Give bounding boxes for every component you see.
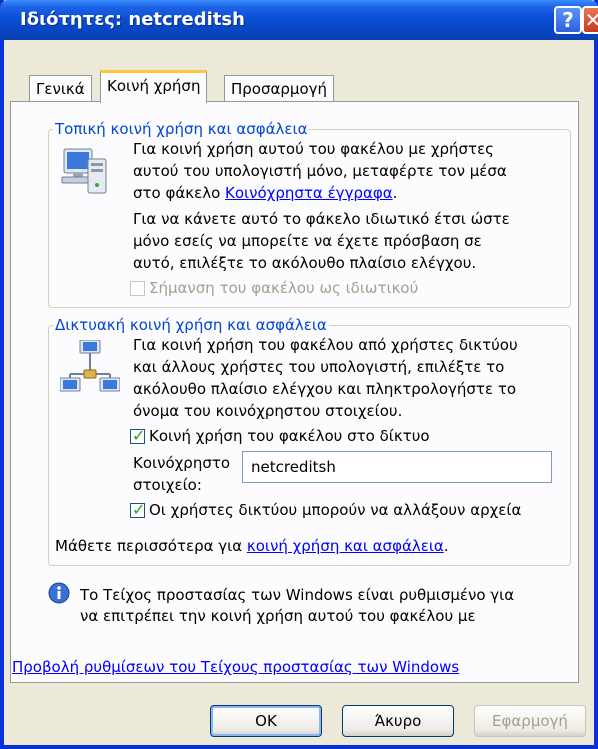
firewall-info-line1: Το Τείχος προστασίας των Windows είναι ρ… — [80, 586, 515, 604]
share-name-label-line1: Κοινόχρηστο — [133, 454, 231, 472]
learn-more-suffix: . — [443, 537, 449, 555]
private-desc-line1: Για να κάνετε αυτό το φάκελο ιδιωτικό έτ… — [133, 210, 510, 228]
tab-general[interactable]: Γενικά — [29, 75, 92, 101]
network-icon — [59, 339, 121, 396]
tab-customize[interactable]: Προσαρμογή — [224, 75, 334, 101]
learn-more-prefix: Μάθετε περισσότερα για — [55, 537, 247, 555]
local-desc-line2: αυτού του υπολογιστή μόνο, μεταφέρτε τον… — [133, 162, 507, 180]
private-desc-line3: αυτό, επιλέξτε το ακόλουθο πλαίσιο ελέγχ… — [133, 254, 477, 272]
network-desc-line2: και άλλους χρήστες του υπολογιστή, επιλέ… — [133, 358, 505, 376]
network-desc-line3: ακόλουθο πλαίσιο ελέγχου και πληκτρολογή… — [133, 380, 517, 398]
allow-change-checkbox[interactable]: ✓ — [130, 500, 146, 519]
local-desc-line1: Για κοινή χρήση αυτού του φακέλου με χρή… — [133, 140, 494, 158]
firewall-info-text: Το Τείχος προστασίας των Windows είναι ρ… — [80, 585, 570, 633]
make-private-label: Σήμανση του φακέλου ως ιδιωτικού — [149, 279, 419, 297]
local-desc-line3-prefix: στο φάκελο — [133, 184, 226, 202]
sharing-security-link[interactable]: κοινή χρήση και ασφάλεια — [247, 537, 444, 555]
window-title: Ιδιότητες: netcreditsh — [20, 9, 245, 30]
network-desc-line1: Για κοινή χρήση του φακέλου από χρήστες … — [133, 336, 518, 354]
apply-button[interactable]: Εφαρμογή — [474, 705, 586, 737]
tab-sharing[interactable]: Κοινή χρήση — [100, 70, 208, 103]
local-desc-line3-suffix: . — [392, 184, 398, 202]
title-bar[interactable]: Ιδιότητες: netcreditsh ? ✕ — [0, 0, 598, 40]
learn-more-text: Μάθετε περισσότερα για κοινή χρήση και α… — [55, 536, 449, 557]
share-on-network-label: Κοινή χρήση του φακέλου στο δίκτυο — [149, 427, 430, 445]
computer-icon — [58, 145, 118, 205]
firewall-info-line2: να επιτρέπει την κοινή χρήση αυτού του φ… — [80, 607, 476, 625]
checkmark-icon: ✓ — [132, 426, 146, 445]
network-desc-line4: όνομα του κοινόχρηστου στοιχείου. — [133, 402, 403, 420]
shared-documents-link[interactable]: Κοινόχρηστα έγγραφα — [225, 184, 393, 202]
make-private-checkbox[interactable] — [130, 281, 145, 296]
local-desc-line3: στο φάκελο Κοινόχρηστα έγγραφα. — [133, 183, 397, 204]
private-desc-line2: μόνο εσείς να μπορείτε να έχετε πρόσβαση… — [133, 232, 482, 250]
info-icon — [48, 582, 70, 604]
local-sharing-legend: Τοπική κοινή χρήση και ασφάλεια — [55, 120, 308, 138]
share-name-input[interactable]: netcreditsh — [242, 451, 552, 483]
close-button[interactable]: ✕ — [582, 6, 598, 34]
checkmark-icon: ✓ — [132, 500, 146, 519]
network-sharing-legend: Δικτυακή κοινή χρήση και ασφάλεια — [55, 316, 327, 334]
firewall-settings-link[interactable]: Προβολή ρυθμίσεων του Τείχους προστασίας… — [12, 657, 459, 678]
share-name-label-line2: στοιχείο: — [133, 476, 202, 494]
help-button[interactable]: ? — [554, 6, 582, 34]
share-on-network-checkbox[interactable]: ✓ — [130, 426, 146, 445]
ok-button[interactable]: OK — [210, 705, 322, 737]
cancel-button[interactable]: Άκυρο — [342, 705, 454, 737]
allow-change-label: Οι χρήστες δικτύου μπορούν να αλλάξουν α… — [149, 501, 522, 519]
